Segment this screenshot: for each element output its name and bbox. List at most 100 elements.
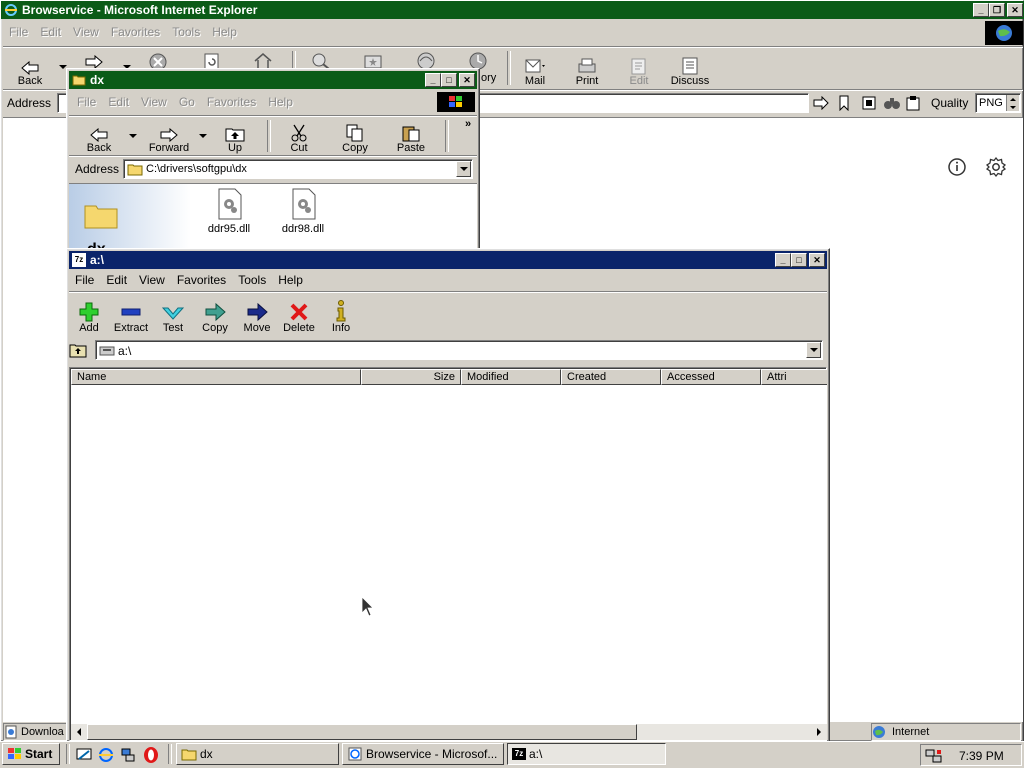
opera-icon[interactable] (142, 746, 160, 764)
menu-file[interactable]: File (9, 25, 28, 39)
info-icon[interactable] (947, 157, 967, 177)
copy-icon (346, 124, 363, 142)
open-icon[interactable] (861, 95, 877, 111)
ie-quicklaunch-icon[interactable] (98, 747, 114, 763)
go-arrow-icon[interactable] (813, 96, 829, 110)
network-tray-icon[interactable] (925, 748, 943, 764)
settings-gear-icon[interactable] (985, 156, 1007, 178)
scroll-thumb[interactable] (87, 724, 637, 740)
extract-button[interactable]: Extract (109, 296, 153, 334)
dx-copy-button[interactable]: Copy (333, 120, 377, 154)
menu-favorites[interactable]: Favorites (207, 95, 256, 109)
delete-button[interactable]: Delete (279, 296, 319, 334)
menu-help[interactable]: Help (268, 95, 293, 109)
column-name[interactable]: Name (71, 369, 361, 385)
column-modified[interactable]: Modified (461, 369, 561, 385)
find-icon[interactable] (883, 95, 901, 111)
close-button[interactable]: ✕ (459, 73, 475, 87)
spin-up-icon[interactable] (1010, 97, 1016, 101)
path-dropdown-button[interactable] (806, 342, 821, 358)
zone-text: Internet (892, 726, 930, 738)
dx-cut-button[interactable]: Cut (279, 120, 319, 154)
show-desktop-icon[interactable] (76, 747, 92, 763)
info-button[interactable]: Info (325, 296, 357, 334)
ie-print-button[interactable]: Print (567, 51, 607, 87)
dx-up-button[interactable]: Up (215, 120, 255, 154)
menu-help[interactable]: Help (278, 273, 303, 287)
close-button[interactable]: ✕ (1007, 3, 1023, 17)
folder-up-icon[interactable] (69, 342, 87, 358)
ie-logo-icon (5, 4, 17, 16)
clipboard-icon[interactable] (905, 95, 921, 111)
menu-file[interactable]: File (75, 273, 94, 287)
dx-forward-button[interactable]: Forward (143, 120, 195, 154)
file-item[interactable]: ddr95.dll (201, 188, 257, 238)
history-label-fragment[interactable]: ory (481, 72, 496, 84)
menu-help[interactable]: Help (212, 25, 237, 39)
forward-dropdown-arrow-icon[interactable] (199, 134, 207, 138)
ie-edit-button[interactable]: Edit (619, 51, 659, 87)
minimize-button[interactable]: _ (973, 3, 989, 17)
column-accessed[interactable]: Accessed (661, 369, 761, 385)
menu-edit[interactable]: Edit (40, 25, 61, 39)
taskbar-item-browservice[interactable]: Browservice - Microsof... (342, 743, 504, 765)
test-button[interactable]: Test (157, 296, 189, 334)
menu-view[interactable]: View (141, 95, 167, 109)
start-button[interactable]: Start (2, 743, 60, 765)
add-button[interactable]: Add (73, 296, 105, 334)
menu-tools[interactable]: Tools (172, 25, 200, 39)
minimize-button[interactable]: _ (425, 73, 441, 87)
dx-content-area[interactable]: dx ddr95.dll ddr98.dll (69, 183, 477, 257)
sevenzip-file-list[interactable]: Name Size Modified Created Accessed Attr… (69, 367, 827, 741)
network-quicklaunch-icon[interactable] (120, 747, 136, 763)
column-attributes[interactable]: Attri (761, 369, 827, 385)
sevenzip-path-input[interactable]: a:\ (95, 340, 823, 360)
menu-edit[interactable]: Edit (106, 273, 127, 287)
spin-down-icon[interactable] (1010, 105, 1016, 109)
clock[interactable]: 7:39 PM (959, 749, 1004, 763)
dx-back-button[interactable]: Back (79, 120, 119, 154)
toolbar-overflow-chevron[interactable]: » (465, 118, 471, 130)
ie-discuss-button[interactable]: Discuss (667, 51, 713, 87)
menu-view[interactable]: View (139, 273, 165, 287)
maximize-button[interactable]: □ (791, 253, 807, 267)
taskbar-item-sevenzip[interactable]: 7z a:\ (507, 743, 666, 765)
restore-button[interactable]: ❐ (989, 3, 1005, 17)
ie-back-button[interactable]: Back (7, 51, 53, 87)
menu-file[interactable]: File (77, 95, 96, 109)
scroll-right-button[interactable] (811, 724, 827, 740)
horizontal-scrollbar[interactable] (71, 724, 827, 740)
taskbar-item-dx[interactable]: dx (176, 743, 339, 765)
file-item[interactable]: ddr98.dll (275, 188, 331, 238)
minimize-button[interactable]: _ (775, 253, 791, 267)
large-folder-icon (84, 205, 118, 229)
dx-paste-button[interactable]: Paste (389, 120, 433, 154)
quality-select[interactable]: PNG (975, 93, 1021, 113)
ie-mail-button[interactable]: Mail (515, 51, 555, 87)
menu-favorites[interactable]: Favorites (177, 273, 226, 287)
sevenzip-titlebar[interactable]: 7z a:\ _ □ ✕ (69, 251, 827, 269)
ie-titlebar[interactable]: Browservice - Microsoft Internet Explore… (1, 1, 1024, 19)
printer-icon (578, 58, 596, 73)
move-button[interactable]: Move (239, 296, 275, 334)
floppy-drive-icon (99, 346, 115, 356)
copy-button[interactable]: Copy (197, 296, 233, 334)
menu-go[interactable]: Go (179, 95, 195, 109)
close-button[interactable]: ✕ (809, 253, 825, 267)
dx-titlebar[interactable]: dx _ □ ✕ (69, 71, 477, 89)
dx-address-input[interactable]: C:\drivers\softgpu\dx (123, 159, 473, 179)
menu-favorites[interactable]: Favorites (111, 25, 160, 39)
column-created[interactable]: Created (561, 369, 661, 385)
menu-view[interactable]: View (73, 25, 99, 39)
menu-tools[interactable]: Tools (238, 273, 266, 287)
bookmark-icon[interactable] (837, 95, 851, 111)
maximize-button[interactable]: □ (441, 73, 457, 87)
back-dropdown-arrow-icon[interactable] (129, 134, 137, 138)
menu-edit[interactable]: Edit (108, 95, 129, 109)
column-size[interactable]: Size (361, 369, 461, 385)
discuss-icon (682, 57, 698, 75)
scroll-left-button[interactable] (71, 724, 87, 740)
address-dropdown-button[interactable] (456, 161, 471, 177)
windows-flag-icon (449, 96, 462, 107)
forward-arrow-icon[interactable] (85, 55, 103, 69)
